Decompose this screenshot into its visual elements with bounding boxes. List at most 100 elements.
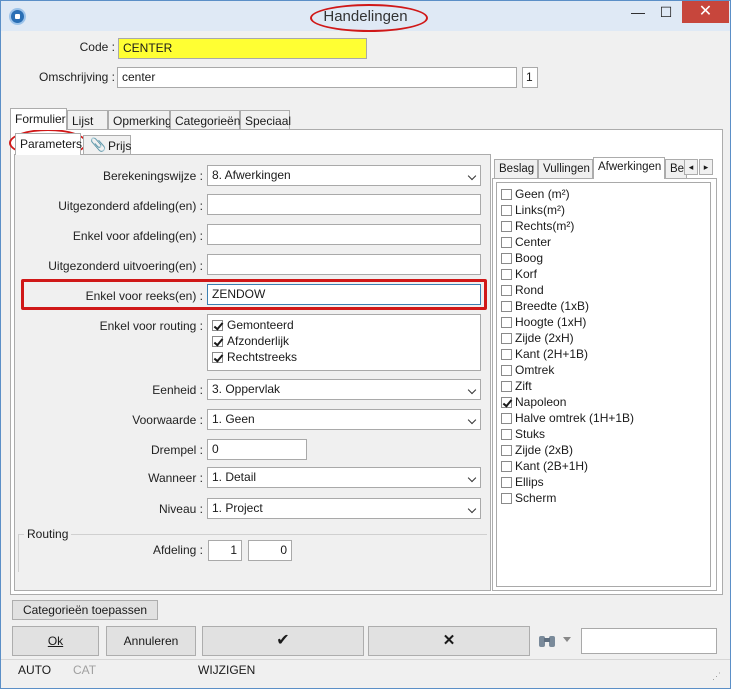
afwerking-label: Rond — [515, 283, 544, 297]
afwerking-checkbox[interactable] — [501, 333, 512, 344]
niveau-select[interactable]: 1. Project — [207, 498, 481, 519]
routing-checklist: Gemonteerd Afzonderlijk Rechtstreeks — [207, 314, 481, 371]
afwerking-checkbox[interactable] — [501, 493, 512, 504]
checkmark-icon: ✔ — [276, 632, 290, 649]
tab-opmerking[interactable]: Opmerking — [108, 110, 172, 130]
categorieen-toepassen-button[interactable]: Categorieën toepassen — [12, 600, 158, 620]
cancel-button[interactable]: ✕ — [368, 626, 530, 656]
status-mode: WIJZIGEN — [198, 663, 256, 677]
afwerking-label: Napoleon — [515, 395, 567, 409]
afwerking-label: Halve omtrek (1H+1B) — [515, 411, 635, 425]
parameters-panel — [14, 154, 491, 591]
code-label: Code : — [79, 40, 115, 54]
afwerking-checkbox[interactable] — [501, 477, 512, 488]
afwerking-checkbox[interactable] — [501, 413, 512, 424]
binoculars-icon[interactable] — [535, 630, 559, 654]
afwerking-checkbox[interactable] — [501, 349, 512, 360]
afwerking-label: Omtrek — [515, 363, 555, 377]
tab-scroll-right-icon[interactable]: ▸ — [699, 159, 713, 175]
voorwaarde-select[interactable]: 1. Geen — [207, 409, 481, 430]
handelingen-window: Handelingen — ☐ ✕ Code : CENTER Omschrij… — [0, 0, 731, 689]
afwerking-checkbox[interactable] — [501, 253, 512, 264]
gemonteerd-label: Gemonteerd — [227, 318, 294, 332]
afwerking-checkbox[interactable] — [501, 429, 512, 440]
maximize-icon[interactable]: ☐ — [649, 1, 683, 23]
afwerking-checkbox[interactable] — [501, 381, 512, 392]
title-bar: Handelingen — ☐ ✕ — [1, 1, 730, 32]
tab-scroll-left-icon[interactable]: ◂ — [684, 159, 698, 175]
afwerking-label: Geen (m²) — [515, 187, 570, 201]
afwerking-checkbox[interactable] — [501, 397, 512, 408]
confirm-button[interactable]: ✔ — [202, 626, 364, 656]
annuleren-button[interactable]: Annuleren — [106, 626, 196, 656]
omschrijving-lang-badge[interactable]: 1 — [522, 67, 538, 88]
enkel-afdeling-label: Enkel voor afdeling(en) : — [72, 229, 203, 243]
enkel-afdeling-field[interactable] — [207, 224, 481, 245]
gemonteerd-checkbox[interactable] — [212, 320, 223, 331]
eenheid-label: Eenheid : — [152, 383, 203, 397]
search-dropdown-icon[interactable] — [563, 637, 571, 642]
omschrijving-field[interactable]: center — [117, 67, 517, 88]
afwerking-label: Scherm — [515, 491, 557, 505]
berekeningswijze-select[interactable]: 8. Afwerkingen — [207, 165, 481, 186]
afwerking-checkbox[interactable] — [501, 461, 512, 472]
tab-categorieen[interactable]: Categorieën — [170, 110, 240, 130]
afwerking-checkbox[interactable] — [501, 445, 512, 456]
afwerking-checkbox[interactable] — [501, 237, 512, 248]
afdeling-to-field[interactable]: 0 — [248, 540, 292, 561]
afzonderlijk-label: Afzonderlijk — [227, 334, 290, 348]
afwerking-label: Zijde (2xH) — [515, 331, 574, 345]
tab-vullingen[interactable]: Vullingen — [538, 159, 593, 179]
tab-formulier[interactable]: Formulier — [10, 108, 67, 130]
routing-group-title: Routing — [24, 527, 72, 541]
afwerking-label: Kant (2B+1H) — [515, 459, 589, 473]
afdeling-from-field[interactable]: 1 — [208, 540, 242, 561]
tab-lijst[interactable]: Lijst — [67, 110, 108, 130]
uitgezonderd-afdeling-field[interactable] — [207, 194, 481, 215]
resize-grip-icon[interactable]: ⋰ — [712, 671, 724, 683]
afwerking-label: Zijde (2xB) — [515, 443, 574, 457]
afwerking-label: Ellips — [515, 475, 544, 489]
uitgezonderd-afdeling-label: Uitgezonderd afdeling(en) : — [58, 199, 203, 213]
code-field[interactable]: CENTER — [118, 38, 367, 59]
rechtstreeks-checkbox[interactable] — [212, 352, 223, 363]
afwerking-label: Stuks — [515, 427, 546, 441]
afwerking-checkbox[interactable] — [501, 269, 512, 280]
afwerking-label: Breedte (1xB) — [515, 299, 590, 313]
afwerking-label: Boog — [515, 251, 544, 265]
afwerkingen-checklist: Geen (m²) Links(m²) Rechts(m²) Center Boog Ko… — [496, 182, 711, 587]
wanneer-label: Wanneer : — [148, 471, 203, 485]
afwerking-label: Zift — [515, 379, 532, 393]
tab-parameters[interactable]: Parameters — [15, 133, 82, 155]
search-input[interactable] — [581, 628, 717, 654]
afwerking-checkbox[interactable] — [501, 205, 512, 216]
afwerking-checkbox[interactable] — [501, 317, 512, 328]
omschrijving-label: Omschrijving : — [38, 70, 115, 84]
drempel-field[interactable]: 0 — [207, 439, 307, 460]
rechtstreeks-label: Rechtstreeks — [227, 350, 298, 364]
afwerking-checkbox[interactable] — [501, 365, 512, 376]
afwerking-checkbox[interactable] — [501, 189, 512, 200]
title-annotation-oval — [310, 4, 428, 32]
afwerking-checkbox[interactable] — [501, 285, 512, 296]
afdeling-label: Afdeling : — [152, 543, 203, 557]
cross-icon: ✕ — [442, 632, 456, 649]
reeks-annotation-rect — [21, 279, 487, 310]
routing-label: Enkel voor routing : — [99, 319, 203, 333]
uitgezonderd-uitvoering-field[interactable] — [207, 254, 481, 275]
tab-speciaal[interactable]: Speciaal — [240, 110, 291, 130]
tab-prijs-label: Prijs — [108, 139, 132, 153]
ok-button[interactable]: Ok — [12, 626, 99, 656]
drempel-label: Drempel : — [150, 443, 203, 457]
eenheid-select[interactable]: 3. Oppervlak — [207, 379, 481, 400]
tab-afwerkingen[interactable]: Afwerkingen — [593, 157, 665, 179]
berekeningswijze-label: Berekeningswijze : — [102, 169, 203, 183]
afwerking-checkbox[interactable] — [501, 301, 512, 312]
tab-prijs[interactable]: 📎 Prijs — [83, 135, 131, 155]
tab-beslag[interactable]: Beslag — [494, 159, 538, 179]
status-auto: AUTO — [18, 663, 52, 677]
close-icon[interactable]: ✕ — [682, 1, 729, 23]
afzonderlijk-checkbox[interactable] — [212, 336, 223, 347]
wanneer-select[interactable]: 1. Detail — [207, 467, 481, 488]
afwerking-checkbox[interactable] — [501, 221, 512, 232]
